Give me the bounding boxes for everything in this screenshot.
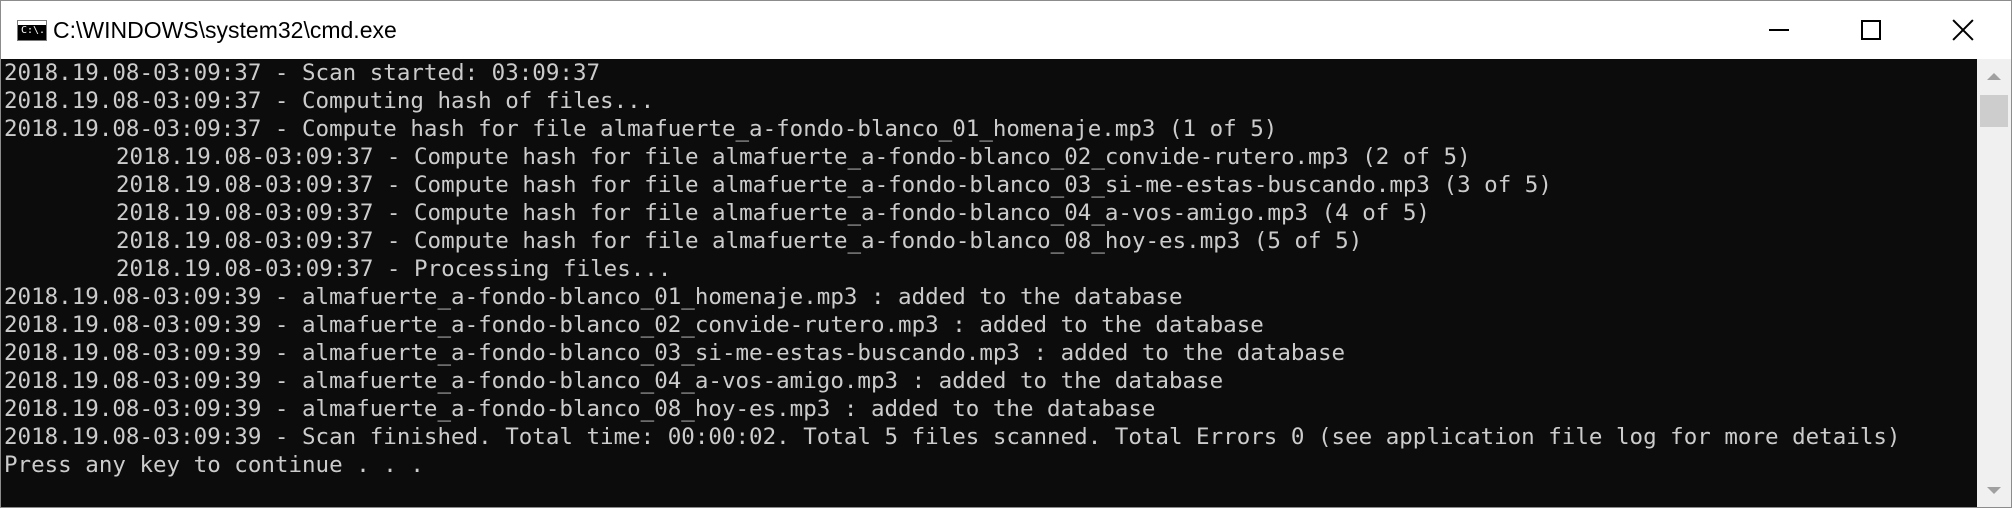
title-bar[interactable]: C:\. C:\WINDOWS\system32\cmd.exe <box>1 1 2011 59</box>
maximize-button[interactable] <box>1825 1 1917 59</box>
close-icon <box>1952 19 1974 41</box>
minimize-icon <box>1769 29 1789 31</box>
icon-text: C:\. <box>21 25 46 36</box>
close-button[interactable] <box>1917 1 2009 59</box>
window-title: C:\WINDOWS\system32\cmd.exe <box>53 17 397 43</box>
console-output[interactable]: 2018.19.08-03:09:37 - Scan started: 03:0… <box>1 59 1977 507</box>
cmd-console-icon[interactable]: C:\. <box>17 20 47 41</box>
minimize-button[interactable] <box>1733 1 1825 59</box>
console-line: 2018.19.08-03:09:37 - Computing hash of … <box>4 88 655 114</box>
scroll-thumb[interactable] <box>1980 95 2008 127</box>
console-line: 2018.19.08-03:09:39 - almafuerte_a-fondo… <box>4 368 1224 394</box>
console-line: 2018.19.08-03:09:37 - Compute hash for f… <box>116 228 1363 254</box>
console-line: 2018.19.08-03:09:39 - almafuerte_a-fondo… <box>4 340 1346 366</box>
cmd-window: C:\. C:\WINDOWS\system32\cmd.exe 2018.19… <box>0 0 2012 508</box>
maximize-icon <box>1861 20 1881 40</box>
scroll-up-button[interactable] <box>1977 59 2011 93</box>
console-line: 2018.19.08-03:09:37 - Compute hash for f… <box>116 144 1471 170</box>
console-line: Press any key to continue . . . <box>4 452 424 478</box>
console-line: 2018.19.08-03:09:37 - Compute hash for f… <box>4 116 1278 142</box>
vertical-scrollbar[interactable] <box>1977 59 2011 507</box>
scroll-down-button[interactable] <box>1977 473 2011 507</box>
console-line: 2018.19.08-03:09:39 - almafuerte_a-fondo… <box>4 312 1264 338</box>
console-line: 2018.19.08-03:09:37 - Processing files..… <box>116 256 672 282</box>
chevron-up-icon <box>1987 72 2001 80</box>
console-line: 2018.19.08-03:09:39 - Scan finished. Tot… <box>4 424 1901 450</box>
console-lines: 2018.19.08-03:09:37 - Scan started: 03:0… <box>1 59 1977 479</box>
console-line: 2018.19.08-03:09:37 - Compute hash for f… <box>116 172 1552 198</box>
console-line: 2018.19.08-03:09:39 - almafuerte_a-fondo… <box>4 284 1183 310</box>
console-line: 2018.19.08-03:09:37 - Scan started: 03:0… <box>4 60 601 86</box>
console-line: 2018.19.08-03:09:37 - Compute hash for f… <box>116 200 1430 226</box>
console-line: 2018.19.08-03:09:39 - almafuerte_a-fondo… <box>4 396 1156 422</box>
chevron-down-icon <box>1987 486 2001 494</box>
